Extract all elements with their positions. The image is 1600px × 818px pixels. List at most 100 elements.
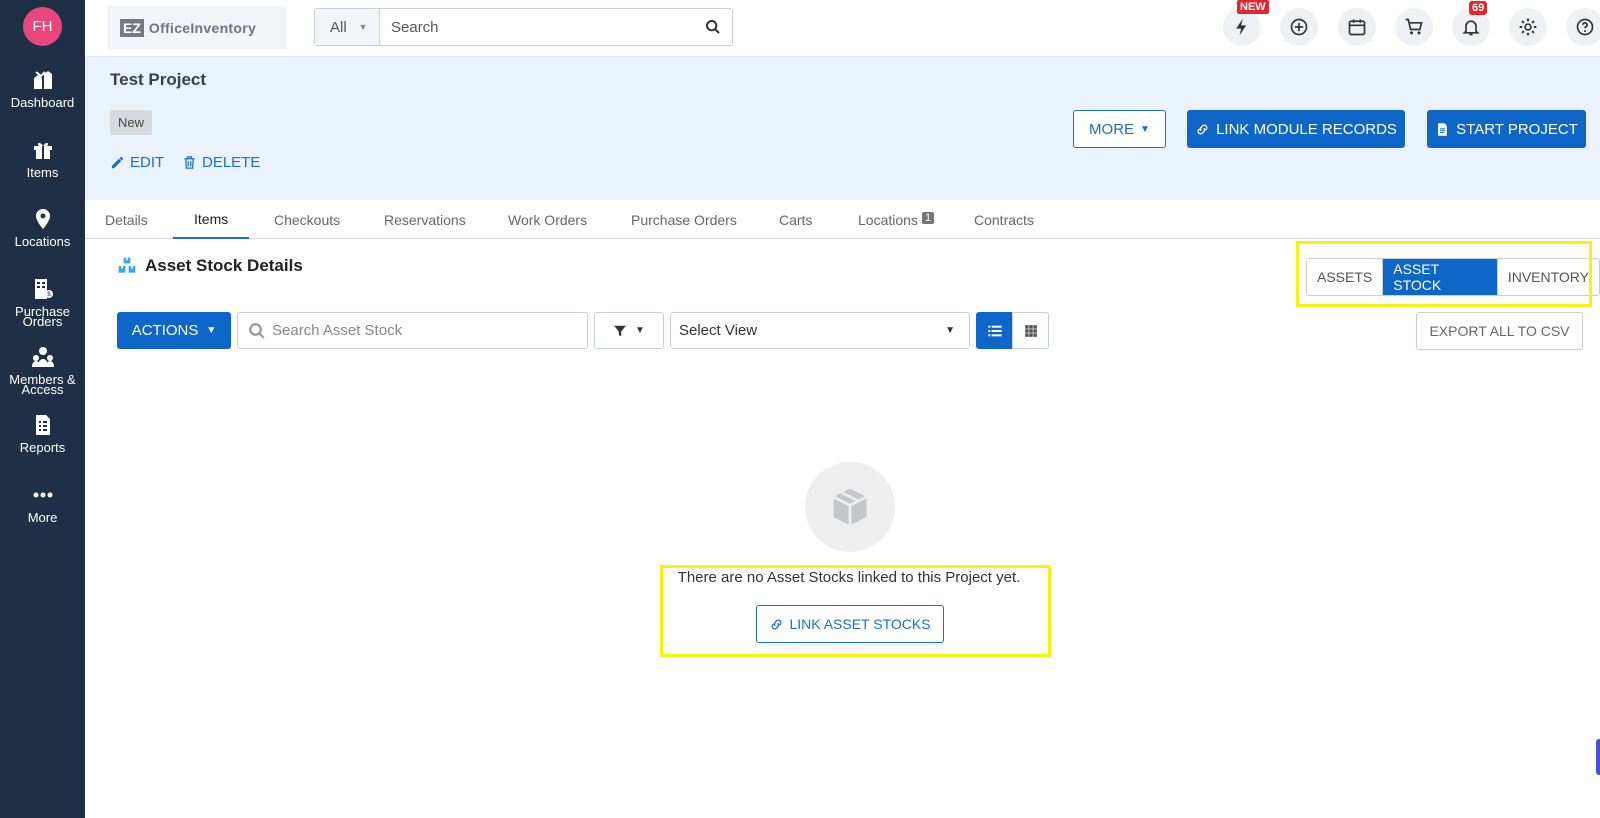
tab-label: Checkouts: [274, 211, 341, 228]
project-header: Test Project New EDIT DELETE MORE ▼ LINK…: [85, 57, 1600, 200]
dashboard-icon: [33, 71, 52, 89]
item-type-toggle: ASSETS ASSET STOCK INVENTORY: [1306, 258, 1600, 296]
chevron-down-icon: ▼: [206, 325, 217, 336]
tab-purchase-orders[interactable]: Purchase Orders: [631, 200, 737, 239]
sidebar-item-more[interactable]: More: [0, 483, 85, 524]
actions-button[interactable]: ACTIONS ▼: [117, 312, 231, 349]
chevron-down-icon: ▼: [358, 22, 368, 32]
page-title: Test Project: [110, 70, 207, 89]
tab-items[interactable]: Items: [173, 200, 250, 239]
section-title-text: Asset Stock Details: [145, 256, 303, 275]
cart-icon: [1405, 18, 1423, 35]
side-widget-tab[interactable]: [1596, 739, 1600, 775]
settings-button[interactable]: [1509, 8, 1547, 46]
tab-bar: Details Items Checkouts Reservations Wor…: [85, 200, 1600, 239]
link-icon: [1197, 124, 1208, 134]
chevron-down-icon: ▼: [635, 325, 645, 336]
tab-label: Locations: [858, 211, 918, 228]
tab-label: Items: [194, 210, 229, 227]
link-icon: [772, 619, 782, 629]
link-asset-stocks-label: LINK ASSET STOCKS: [789, 616, 931, 632]
link-module-records-label: LINK MODULE RECORDS: [1216, 120, 1397, 138]
grid-view-button[interactable]: [1012, 312, 1049, 349]
edit-label: EDIT: [130, 154, 165, 171]
logo-badge: EZ: [120, 18, 144, 37]
tab-label: Details: [105, 211, 148, 228]
sidebar-item-members-access[interactable]: Members & Access: [0, 345, 85, 397]
notifications-button[interactable]: 69: [1452, 1, 1490, 46]
status-badge: New: [110, 110, 153, 135]
delete-button[interactable]: DELETE: [182, 154, 260, 171]
boxes-icon: [118, 257, 136, 273]
map-pin-icon: [35, 209, 50, 229]
toggle-assets[interactable]: ASSETS: [1307, 259, 1383, 295]
reports-icon: [35, 415, 50, 435]
export-csv-button[interactable]: EXPORT ALL TO CSV: [1416, 312, 1583, 350]
link-module-records-button[interactable]: LINK MODULE RECORDS: [1187, 110, 1405, 148]
list-view-button[interactable]: [976, 312, 1013, 349]
tab-checkouts[interactable]: Checkouts: [274, 200, 340, 239]
sidebar-item-label: Reports: [19, 440, 66, 455]
search-icon[interactable]: [694, 9, 732, 45]
calendar-button[interactable]: [1338, 8, 1376, 46]
tab-label: Work Orders: [508, 211, 588, 228]
logo[interactable]: EZ OfficeInventory: [107, 6, 287, 49]
edit-button[interactable]: EDIT: [110, 154, 164, 171]
help-button[interactable]: [1566, 8, 1600, 46]
sidebar-item-label: Locations: [14, 234, 71, 249]
asset-stock-search: [237, 312, 588, 349]
asset-stock-search-input[interactable]: [272, 322, 572, 339]
empty-box-icon: [805, 462, 895, 552]
select-view-value: Select View: [679, 322, 758, 339]
tab-label: Reservations: [384, 211, 466, 228]
avatar[interactable]: FH: [23, 7, 62, 46]
sidebar-item-items[interactable]: Items: [0, 138, 85, 180]
sidebar-item-label: Dashboard: [10, 95, 75, 110]
sidebar-item-reports[interactable]: Reports: [0, 413, 85, 455]
tab-reservations[interactable]: Reservations: [384, 200, 466, 239]
tab-carts[interactable]: Carts: [779, 200, 812, 239]
sidebar-item-purchase-orders[interactable]: $ Purchase Orders: [0, 277, 85, 329]
tab-label: Carts: [779, 211, 813, 228]
toggle-inventory[interactable]: INVENTORY: [1496, 259, 1599, 295]
tab-count-badge: 1: [921, 211, 935, 224]
bell-icon: [1462, 20, 1480, 36]
plus-circle-icon: [1290, 18, 1308, 36]
sidebar-item-label: Access: [21, 382, 64, 397]
lightning-icon: [1236, 18, 1247, 36]
filter-icon: [614, 325, 626, 336]
search-input[interactable]: [380, 9, 694, 45]
cart-button[interactable]: [1395, 8, 1433, 46]
whats-new-button[interactable]: NEW: [1223, 0, 1269, 46]
select-view-dropdown[interactable]: Select View ▼: [670, 312, 970, 349]
tab-locations[interactable]: Locations 1: [858, 200, 935, 239]
purchase-orders-icon: $: [34, 279, 53, 299]
sidebar: FH Dashboard Items Locations $ Purchase …: [0, 0, 85, 818]
list-icon: [987, 325, 1002, 336]
actions-label: ACTIONS: [131, 322, 199, 339]
sidebar-item-dashboard[interactable]: Dashboard: [0, 68, 85, 110]
start-project-button[interactable]: START PROJECT: [1427, 110, 1586, 148]
search-scope-select[interactable]: All ▼: [315, 9, 380, 45]
section-title: Asset Stock Details: [117, 256, 303, 276]
chevron-down-icon: ▼: [1140, 123, 1150, 135]
toggle-asset-stock[interactable]: ASSET STOCK: [1382, 259, 1497, 295]
delete-label: DELETE: [202, 154, 261, 171]
tab-label: Contracts: [974, 211, 1034, 228]
filter-button[interactable]: ▼: [594, 312, 664, 349]
more-button[interactable]: MORE ▼: [1073, 110, 1166, 148]
add-button[interactable]: [1280, 8, 1318, 46]
tab-contracts[interactable]: Contracts: [974, 200, 1034, 239]
sidebar-item-locations[interactable]: Locations: [0, 207, 85, 249]
members-icon: [31, 347, 54, 367]
sidebar-item-label: Items: [26, 165, 59, 180]
ellipsis-icon: [33, 492, 52, 498]
search-scope-label: All: [330, 18, 347, 36]
tab-details[interactable]: Details: [105, 200, 148, 239]
sidebar-item-label: Orders: [22, 314, 63, 329]
tab-work-orders[interactable]: Work Orders: [508, 200, 587, 239]
calendar-icon: [1348, 19, 1366, 36]
link-asset-stocks-button[interactable]: LINK ASSET STOCKS: [756, 605, 944, 643]
logo-text: OfficeInventory: [148, 19, 257, 36]
gift-icon: [33, 142, 52, 159]
